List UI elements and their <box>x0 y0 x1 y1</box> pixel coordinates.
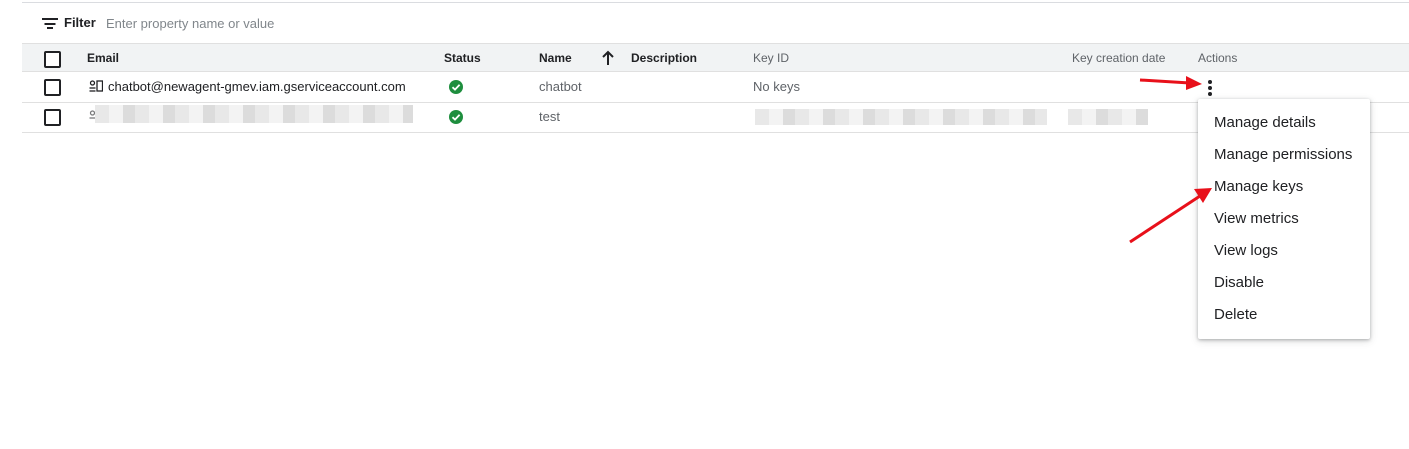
column-header-key-creation-date: Key creation date <box>1072 51 1166 65</box>
arrow-up-icon[interactable] <box>601 50 615 66</box>
redacted-email <box>95 105 413 123</box>
email-link[interactable]: chatbot@newagent-gmev.iam.gserviceaccoun… <box>108 79 406 94</box>
column-header-name[interactable]: Name <box>539 51 572 65</box>
actions-menu: Manage details Manage permissions Manage… <box>1198 99 1370 339</box>
column-header-status[interactable]: Status <box>444 51 481 65</box>
redacted-key-id <box>755 109 1047 125</box>
filter-label[interactable]: Filter <box>64 15 96 30</box>
check-circle-icon <box>449 80 463 94</box>
menu-item-manage-details[interactable]: Manage details <box>1214 114 1316 131</box>
redacted-key-date <box>1068 109 1148 125</box>
row-name: chatbot <box>539 79 582 94</box>
row-name: test <box>539 109 560 124</box>
filter-bar: Filter <box>22 3 1409 43</box>
table-header: Email Status Name Description Key ID Key… <box>22 43 1409 72</box>
more-vert-icon[interactable] <box>1206 80 1214 98</box>
menu-item-delete[interactable]: Delete <box>1214 306 1257 323</box>
row-checkbox[interactable] <box>44 109 61 126</box>
filter-input[interactable] <box>106 11 706 35</box>
column-header-description[interactable]: Description <box>631 51 697 65</box>
check-circle-icon <box>449 110 463 124</box>
column-header-email[interactable]: Email <box>87 51 119 65</box>
select-all-checkbox[interactable] <box>44 51 61 68</box>
menu-item-view-metrics[interactable]: View metrics <box>1214 210 1299 227</box>
column-header-actions: Actions <box>1198 51 1238 65</box>
menu-item-disable[interactable]: Disable <box>1214 274 1264 291</box>
row-key-id: No keys <box>753 79 800 94</box>
row-checkbox[interactable] <box>44 79 61 96</box>
column-header-key-id: Key ID <box>753 51 790 65</box>
menu-item-view-logs[interactable]: View logs <box>1214 242 1278 259</box>
menu-item-manage-keys[interactable]: Manage keys <box>1214 178 1303 195</box>
service-account-icon <box>89 80 103 92</box>
menu-item-manage-permissions[interactable]: Manage permissions <box>1214 146 1352 163</box>
filter-icon[interactable] <box>42 18 58 29</box>
